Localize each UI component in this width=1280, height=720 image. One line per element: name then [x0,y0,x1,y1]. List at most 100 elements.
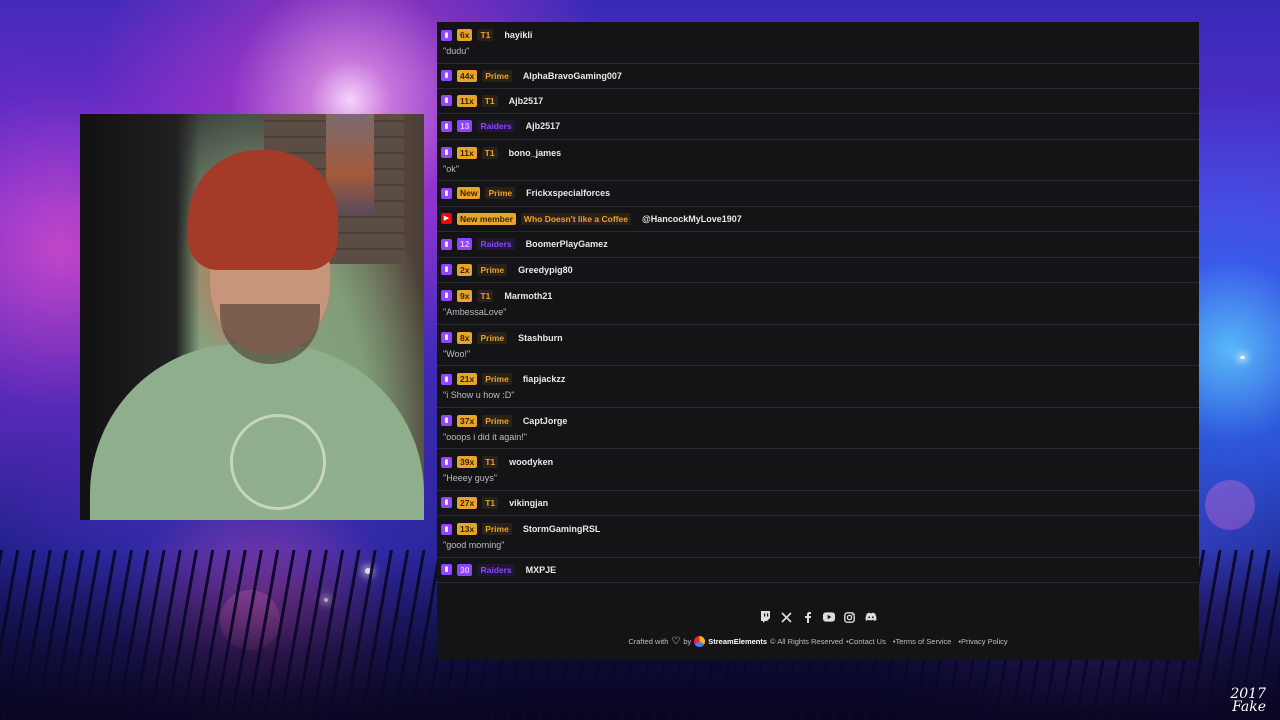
count-badge: 37x [457,414,478,427]
chat-message: "good morning" [443,540,505,551]
sparkle [1240,356,1245,359]
streamelements-logo-icon [694,636,706,647]
heart-icon: ♡ [671,636,681,647]
twitch-icon: ▮ [441,456,452,468]
chat-message: "Heeey guys" [443,473,497,484]
tier-badge: Prime [477,331,508,344]
twitch-icon[interactable] [760,611,772,623]
contact-link[interactable]: •Contact Us [846,637,886,646]
by-text: by [683,637,692,646]
count-badge: 39x [457,456,478,469]
username[interactable]: bono_james [509,148,562,158]
count-badge: 21x [457,373,478,386]
privacy-link[interactable]: •Privacy Policy [958,637,1007,646]
chat-row: ▮ 9x T1 Marmoth21 "AmbessaLove" [437,283,1199,325]
chat-row: ▮ 6x T1 hayikli "dudu" [437,22,1199,64]
chat-row: ▮ 11x T1 bono_james "ok" [437,140,1199,182]
username[interactable]: CaptJorge [523,416,568,426]
instagram-icon[interactable] [844,611,856,623]
chat-row-header: ▮ 11x T1 bono_james [441,146,1195,160]
footer-credits: Crafted with ♡ by StreamElements © All R… [437,636,1199,647]
twitch-icon: ▮ [441,70,452,82]
username[interactable]: woodyken [509,457,553,467]
chat-list: ▮ 6x T1 hayikli "dudu" ▮ 44x Prime AlphaBravoGam… [437,22,1199,584]
brand-name[interactable]: StreamElements [708,637,767,646]
tier-badge: T1 [481,94,498,107]
tier-badge: Raiders [477,563,515,576]
tier-badge: Prime [482,69,512,82]
twitch-icon: ▮ [441,290,452,302]
count-badge: 44x [457,69,478,82]
username[interactable]: Marmoth21 [504,291,552,301]
chat-row-header: ▮ 27x T1 vikingjan [441,496,1195,510]
chat-row: ▮ New Prime Frickxspecialforces [437,181,1199,207]
username[interactable]: Frickxspecialforces [526,188,610,198]
twitch-icon: ▮ [441,264,452,276]
username[interactable]: MXPJE [526,565,557,575]
chat-row: ▮ 39x T1 woodyken "Heeey guys" [437,449,1199,491]
username[interactable]: hayikli [504,30,532,40]
tier-badge: Prime [477,263,508,276]
chat-row: ▮ 8x Prime Stashburn "Woo!" [437,325,1199,367]
chat-row: ▮ 13 Raiders Ajb2517 [437,114,1199,140]
chat-row-header: ▮ New Prime Frickxspecialforces [441,186,1195,200]
chat-message: "ok" [443,163,459,174]
count-badge: 6x [457,29,473,41]
count-badge: 11x [457,94,477,107]
tier-badge: Raiders [477,120,515,133]
count-badge: New [457,187,481,200]
discord-icon[interactable] [865,611,877,623]
username[interactable]: Stashburn [518,333,563,343]
username[interactable]: Greedypig80 [518,265,573,275]
youtube-icon[interactable] [822,611,835,623]
twitch-icon: ▮ [441,373,452,385]
tier-badge: Prime [482,523,512,536]
username[interactable]: StormGamingRSL [523,524,601,534]
chat-row: ▮ 12 Raiders BoomerPlayGamez [437,232,1199,258]
chat-row-header: ▮ 30 Raiders MXPJE [441,563,1195,577]
crafted-text: Crafted with [628,637,669,646]
username[interactable]: AlphaBravoGaming007 [523,71,622,81]
tier-badge: Prime [482,373,512,386]
chat-row-header: ▮ 2x Prime Greedypig80 [441,263,1195,277]
signature-name: Fake [1232,699,1266,715]
chat-row-header: ▮ 44x Prime AlphaBravoGaming007 [441,69,1195,83]
chat-row: ▮ 2x Prime Greedypig80 [437,258,1199,283]
chat-message: "AmbessaLove" [443,306,507,317]
username[interactable]: @HancockMyLove1907 [642,214,742,224]
tier-badge: Who Doesn't like a Coffee [520,212,631,225]
username[interactable]: Ajb2517 [526,121,561,131]
chat-message: "Woo!" [443,348,471,359]
bokeh-light [1205,480,1255,530]
twitch-icon: ▮ [441,147,452,159]
chat-row-header: ▮ 21x Prime fiapjackzz [441,372,1195,386]
username[interactable]: vikingjan [509,498,548,508]
terms-link[interactable]: •Terms of Service [893,637,951,646]
chat-message: "dudu" [443,46,470,56]
chat-row-header: ▮ 13x Prime StormGamingRSL [441,522,1195,536]
chat-row-header: ▶ New member Who Doesn't like a Coffee @Han… [441,212,1195,226]
username[interactable]: fiapjackzz [523,374,566,384]
chat-message: "i Show u how :D" [443,390,515,401]
count-badge: 11x [457,146,477,159]
twitch-icon: ▮ [441,497,452,509]
username[interactable]: BoomerPlayGamez [526,239,608,249]
chat-row: ▮ 21x Prime fiapjackzz "i Show u how :D" [437,366,1199,408]
count-badge: 12 [457,238,473,251]
sweater-print [230,414,326,510]
chat-row-header: ▮ 9x T1 Marmoth21 [441,289,1195,303]
twitch-icon: ▮ [441,564,452,576]
twitch-icon: ▮ [441,523,452,535]
twitch-icon: ▮ [441,29,452,41]
chat-row: ▮ 27x T1 vikingjan [437,491,1199,517]
x-icon[interactable] [781,611,793,623]
tier-badge: Raiders [477,238,515,251]
username[interactable]: Ajb2517 [509,96,544,106]
facebook-icon[interactable] [802,611,814,623]
tier-badge: T1 [482,496,499,509]
footer: Crafted with ♡ by StreamElements © All R… [437,606,1199,647]
twitch-icon: ▮ [441,187,452,199]
chat-row: ▮ 44x Prime AlphaBravoGaming007 [437,64,1199,89]
count-badge: 13 [457,120,473,133]
count-badge: 30 [457,563,473,576]
